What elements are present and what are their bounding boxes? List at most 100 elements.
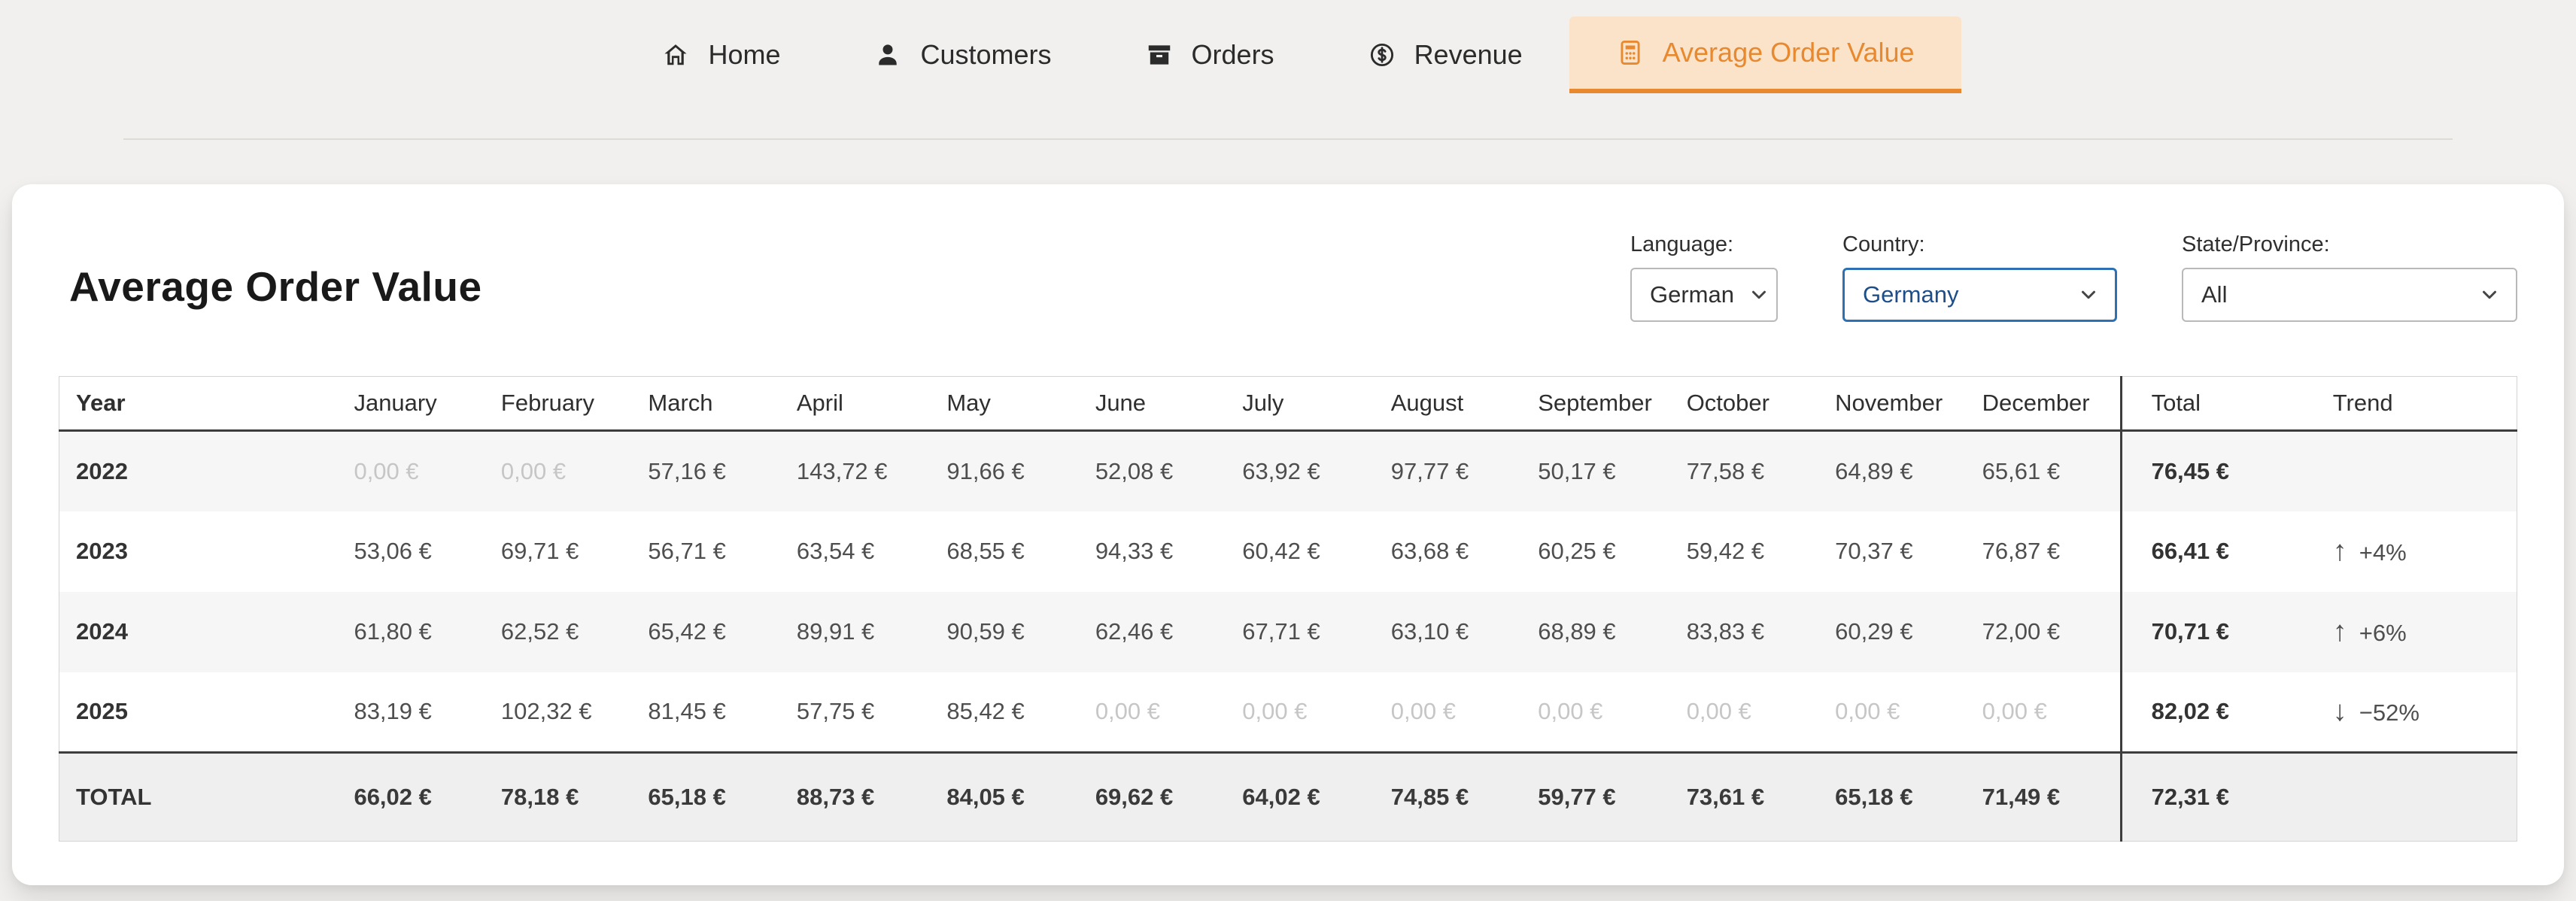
trend-cell: ↑+4% [2332, 511, 2517, 592]
chevron-down-icon [2478, 284, 2501, 306]
month-value: 74,85 € [1390, 753, 1537, 842]
nav-divider [123, 138, 2453, 140]
month-value: 77,58 € [1686, 431, 1834, 511]
month-value: 60,42 € [1241, 511, 1390, 592]
column-header-july: July [1241, 377, 1390, 431]
table-row: 202353,06 €69,71 €56,71 €63,54 €68,55 €9… [59, 511, 2517, 592]
filter-language: Language: German [1630, 232, 1778, 322]
country-filter-label: Country: [1842, 232, 2117, 257]
month-value: 91,66 € [946, 431, 1094, 511]
month-value: 50,17 € [1537, 431, 1685, 511]
calculator-icon [1616, 38, 1645, 67]
month-value: 53,06 € [353, 511, 500, 592]
total-value: 76,45 € [2121, 431, 2332, 511]
month-value: 63,10 € [1390, 592, 1537, 672]
language-filter-label: Language: [1630, 232, 1778, 257]
month-value: 65,61 € [1982, 431, 2121, 511]
total-value: 70,71 € [2121, 592, 2332, 672]
month-value: 78,18 € [500, 753, 647, 842]
month-value: 63,54 € [796, 511, 946, 592]
table-body: 20220,00 €0,00 €57,16 €143,72 €91,66 €52… [59, 431, 2517, 753]
table-row: 202583,19 €102,32 €81,45 €57,75 €85,42 €… [59, 672, 2517, 753]
month-value: 0,00 € [1834, 672, 1981, 753]
column-header-march: March [647, 377, 795, 431]
page-title: Average Order Value [69, 262, 482, 311]
card-header: Average Order Value Language: German Cou… [59, 228, 2517, 322]
home-icon [661, 41, 690, 69]
trend-percentage: −52% [2359, 699, 2420, 726]
month-value: 76,87 € [1982, 511, 2121, 592]
nav-item-label: Orders [1192, 39, 1274, 71]
nav-item-home[interactable]: Home [615, 17, 827, 93]
month-value: 69,71 € [500, 511, 647, 592]
month-value: 52,08 € [1095, 431, 1241, 511]
nav-item-orders[interactable]: Orders [1098, 17, 1321, 93]
filters: Language: German Country: Germany [1630, 228, 2517, 322]
column-header-february: February [500, 377, 647, 431]
row-label-year: 2025 [59, 672, 354, 753]
month-value: 68,55 € [946, 511, 1094, 592]
column-header-june: June [1095, 377, 1241, 431]
trend-cell: ↑ +6% [2332, 592, 2517, 672]
row-label-year: 2024 [59, 592, 354, 672]
language-select-value: German [1650, 281, 1734, 308]
total-value: 72,31 € [2121, 753, 2332, 842]
filter-state-province: State/Province: All [2182, 232, 2517, 322]
nav-item-label: Revenue [1414, 39, 1523, 71]
column-header-april: April [796, 377, 946, 431]
country-select-value: Germany [1863, 281, 1958, 308]
month-value: 97,77 € [1390, 431, 1537, 511]
month-value: 0,00 € [1686, 672, 1834, 753]
month-value: 0,00 € [1095, 672, 1241, 753]
month-value: 72,00 € [1982, 592, 2121, 672]
state-filter-label: State/Province: [2182, 232, 2517, 257]
month-value: 0,00 € [353, 431, 500, 511]
trend-cell [2332, 753, 2517, 842]
country-select[interactable]: Germany [1842, 268, 2117, 322]
month-value: 84,05 € [946, 753, 1094, 842]
orders-icon [1145, 41, 1174, 69]
nav-item-average-order-value[interactable]: Average Order Value [1569, 17, 1961, 93]
month-value: 70,37 € [1834, 511, 1981, 592]
nav-item-customers[interactable]: Customers [827, 17, 1098, 93]
nav-item-label: Home [708, 39, 780, 71]
month-value: 66,02 € [353, 753, 500, 842]
column-header-september: September [1537, 377, 1685, 431]
month-value: 0,00 € [1390, 672, 1537, 753]
arrow-down-icon: ↓ [2333, 696, 2347, 727]
month-value: 56,71 € [647, 511, 795, 592]
month-value: 88,73 € [796, 753, 946, 842]
month-value: 60,29 € [1834, 592, 1981, 672]
state-province-select-value: All [2201, 281, 2227, 308]
state-province-select[interactable]: All [2182, 268, 2517, 322]
nav-item-revenue[interactable]: Revenue [1321, 17, 1569, 93]
month-value: 85,42 € [946, 672, 1094, 753]
month-value: 90,59 € [946, 592, 1094, 672]
month-value: 0,00 € [1241, 672, 1390, 753]
arrow-up-icon: ↑ [2333, 535, 2347, 567]
month-value: 83,19 € [353, 672, 500, 753]
month-value: 61,80 € [353, 592, 500, 672]
month-value: 62,46 € [1095, 592, 1241, 672]
column-header-november: November [1834, 377, 1981, 431]
month-value: 143,72 € [796, 431, 946, 511]
table-header: YearJanuaryFebruaryMarchAprilMayJuneJuly… [59, 377, 2517, 431]
column-header-december: December [1982, 377, 2121, 431]
row-label-year: 2022 [59, 431, 354, 511]
arrow-up-icon: ↑ [2333, 616, 2347, 648]
month-value: 62,52 € [500, 592, 647, 672]
language-select[interactable]: German [1630, 268, 1778, 322]
month-value: 57,16 € [647, 431, 795, 511]
filter-country: Country: Germany [1842, 232, 2117, 322]
month-value: 65,18 € [647, 753, 795, 842]
column-header-trend: Trend [2332, 377, 2517, 431]
month-value: 64,89 € [1834, 431, 1981, 511]
nav-tabs: Home Customers Orders Revenue Average Order … [0, 0, 2576, 93]
trend-percentage: +6% [2359, 620, 2407, 646]
month-value: 59,77 € [1537, 753, 1685, 842]
month-value: 0,00 € [1537, 672, 1685, 753]
month-value: 64,02 € [1241, 753, 1390, 842]
table-row: 20220,00 €0,00 €57,16 €143,72 €91,66 €52… [59, 431, 2517, 511]
top-nav: Home Customers Orders Revenue Average Order … [0, 0, 2576, 140]
column-header-october: October [1686, 377, 1834, 431]
